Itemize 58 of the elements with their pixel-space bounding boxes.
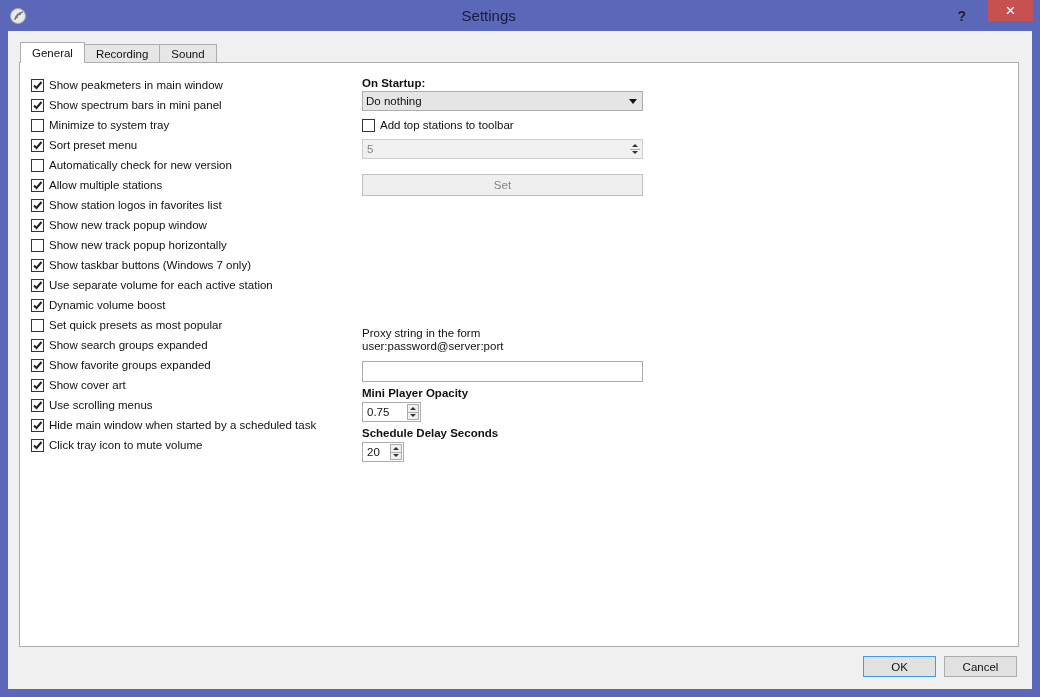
- option-label: Dynamic volume boost: [49, 299, 166, 311]
- option-label: Automatically check for new version: [49, 159, 232, 171]
- delay-field[interactable]: 20: [362, 442, 404, 462]
- checkbox[interactable]: [31, 358, 44, 372]
- checkbox[interactable]: [31, 118, 44, 132]
- checkbox[interactable]: [31, 438, 44, 452]
- option-label: Show cover art: [49, 379, 126, 391]
- checkbox[interactable]: [31, 158, 44, 172]
- option-label: Show favorite groups expanded: [49, 359, 211, 371]
- proxy-label: Proxy string in the form user:password@server:port: [362, 327, 505, 353]
- option-label: Show station logos in favorites list: [49, 199, 222, 211]
- checkbox[interactable]: [31, 278, 44, 292]
- spin-arrows-icon[interactable]: [390, 444, 402, 460]
- option-label: Use separate volume for each active station: [49, 279, 273, 291]
- caret-icon: [629, 98, 637, 104]
- option-label: Hide main window when started by a scheduled task: [49, 419, 317, 431]
- startup-dropdown[interactable]: Do nothing: [362, 91, 643, 111]
- checkbox[interactable]: [31, 178, 44, 192]
- startup-label: On Startup:: [362, 76, 427, 90]
- checkbox[interactable]: [31, 398, 44, 412]
- option-label: Sort preset menu: [49, 139, 138, 151]
- checkbox[interactable]: [31, 98, 44, 112]
- option-label: Show spectrum bars in mini panel: [49, 99, 222, 111]
- checkbox[interactable]: [31, 318, 44, 332]
- option-label: Show taskbar buttons (Windows 7 only): [49, 259, 251, 271]
- checkbox[interactable]: [31, 198, 44, 212]
- opacity-field[interactable]: 0.75: [362, 402, 421, 422]
- option-label: Show search groups expanded: [49, 339, 208, 351]
- option-label: Show new track popup window: [49, 219, 207, 231]
- delay-label: Schedule Delay Seconds: [362, 426, 500, 440]
- checkbox[interactable]: [31, 258, 44, 272]
- cancel-button[interactable]: Cancel: [944, 656, 1017, 677]
- option-label: Set quick presets as most popular: [49, 319, 223, 331]
- checkbox[interactable]: [31, 138, 44, 152]
- checkbox[interactable]: [31, 418, 44, 432]
- checkbox[interactable]: [31, 238, 44, 252]
- app-icon: [10, 7, 26, 24]
- tab[interactable]: General: [20, 42, 85, 63]
- close-button[interactable]: ×: [988, 0, 1033, 21]
- ok-button[interactable]: OK: [863, 656, 936, 677]
- option-label: Use scrolling menus: [49, 399, 153, 411]
- checkbox[interactable]: [31, 218, 44, 232]
- option-label: Add top stations to toolbar: [380, 119, 514, 131]
- checkbox[interactable]: [31, 298, 44, 312]
- checkbox[interactable]: [31, 338, 44, 352]
- tab[interactable]: Recording: [83, 44, 161, 62]
- opacity-label: Mini Player Opacity: [362, 386, 470, 400]
- checkbox[interactable]: [31, 378, 44, 392]
- window-title: Settings: [460, 7, 517, 24]
- option-label: Allow multiple stations: [49, 179, 163, 191]
- option-label: Show new track popup horizontally: [49, 239, 227, 251]
- option-label: Minimize to system tray: [49, 119, 170, 131]
- spin-arrows-icon[interactable]: [407, 404, 419, 420]
- proxy-field[interactable]: [362, 361, 643, 382]
- checkbox[interactable]: [31, 78, 44, 92]
- tab[interactable]: Sound: [159, 44, 217, 62]
- option-label: Show peakmeters in main window: [49, 79, 223, 91]
- option-label: Click tray icon to mute volume: [49, 439, 203, 451]
